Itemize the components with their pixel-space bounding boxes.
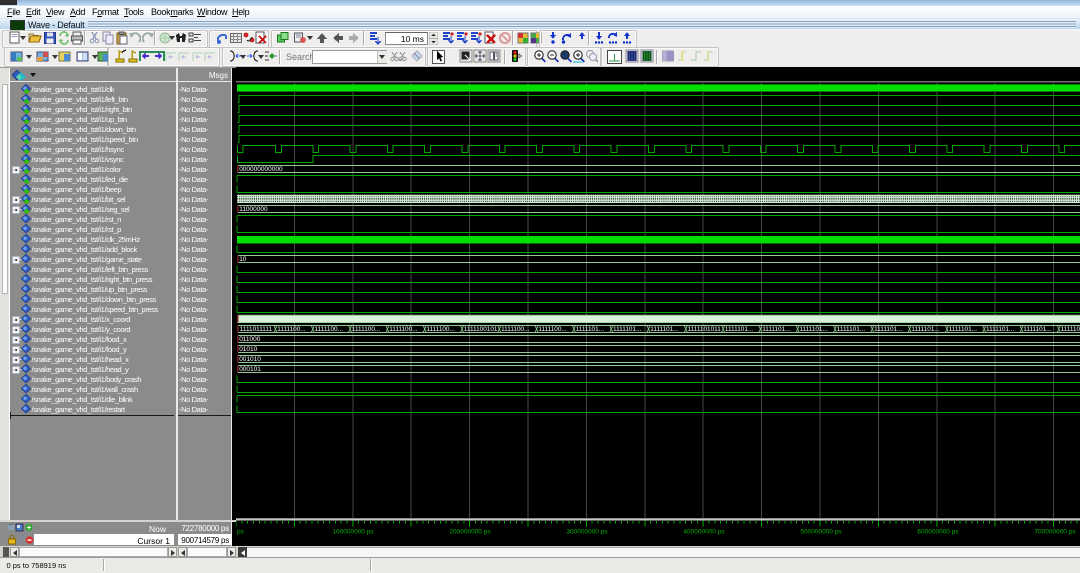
svg-text:1111101...: 1111101... — [725, 326, 754, 333]
svg-text:10: 10 — [239, 256, 247, 263]
svg-text:11000000: 11000000 — [239, 206, 268, 213]
svg-text:1111101...: 1111101... — [949, 326, 978, 333]
svg-text:1111101...: 1111101... — [986, 326, 1015, 333]
svg-text:000000000000: 000000000000 — [239, 166, 283, 173]
svg-text:1111101...: 1111101... — [1061, 326, 1080, 333]
svg-text:1111100101: 1111100101 — [464, 326, 498, 333]
svg-text:1111100...: 1111100... — [538, 326, 567, 333]
svg-text:700000000 ps: 700000000 ps — [1034, 529, 1076, 536]
svg-text:300000000 ps: 300000000 ps — [566, 529, 608, 536]
svg-text:1111101...: 1111101... — [800, 326, 829, 333]
svg-text:1111100...: 1111100... — [277, 326, 306, 333]
svg-text:1111101...: 1111101... — [837, 326, 866, 333]
svg-text:100000000 ps: 100000000 ps — [332, 529, 374, 536]
svg-text:1111100...: 1111100... — [427, 326, 456, 333]
svg-text:200000000 ps: 200000000 ps — [449, 529, 491, 536]
svg-text:011000: 011000 — [239, 336, 261, 343]
svg-text:500000000 ps: 500000000 ps — [800, 529, 842, 536]
svg-text:1111100...: 1111100... — [315, 326, 344, 333]
svg-text:1111011111: 1111011111 — [240, 326, 273, 333]
svg-text:1111101...: 1111101... — [874, 326, 903, 333]
svg-text:600000000 ps: 600000000 ps — [917, 529, 959, 536]
svg-text:1111101...: 1111101... — [576, 326, 605, 333]
svg-text:01010: 01010 — [239, 346, 257, 353]
svg-text:1111100...: 1111100... — [501, 326, 530, 333]
svg-text:400000000 ps: 400000000 ps — [683, 529, 725, 536]
svg-text:1111100...: 1111100... — [352, 326, 381, 333]
svg-text:1111100...: 1111100... — [389, 326, 418, 333]
svg-text:1111101...: 1111101... — [911, 326, 940, 333]
svg-text:1111101...: 1111101... — [762, 326, 791, 333]
svg-text:1111101...: 1111101... — [650, 326, 679, 333]
svg-text:ps: ps — [237, 529, 245, 536]
svg-text:000101: 000101 — [239, 366, 261, 373]
svg-text:001010: 001010 — [239, 356, 261, 363]
svg-text:1111101...: 1111101... — [1023, 326, 1052, 333]
svg-text:1111101011: 1111101011 — [688, 326, 722, 333]
svg-text:1111101...: 1111101... — [613, 326, 642, 333]
